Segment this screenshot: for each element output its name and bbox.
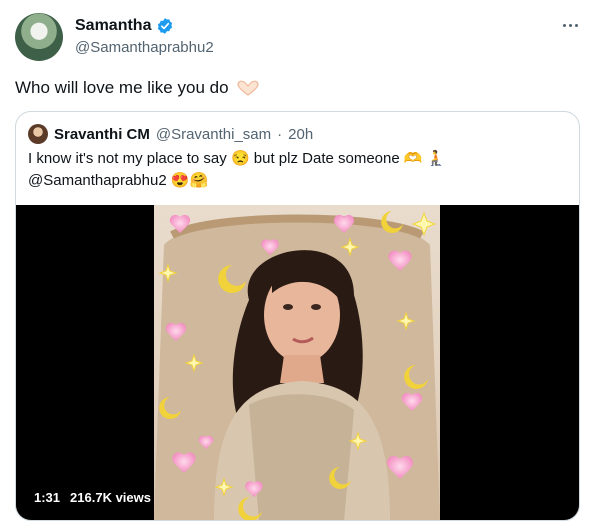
quoted-author-name[interactable]: Sravanthi CM	[54, 126, 150, 143]
tweet-text: Who will love me like you do	[15, 78, 259, 98]
video-frame	[154, 205, 440, 520]
separator-dot: ·	[277, 125, 283, 143]
verified-badge-icon	[158, 18, 173, 34]
heart-hands-emoji	[237, 80, 259, 96]
quoted-tweet-time[interactable]: 20h	[288, 126, 313, 143]
author-handle[interactable]: @Samanthaprabhu2	[75, 39, 214, 56]
author-display-name[interactable]: Samantha	[75, 17, 151, 35]
tweet-text-content: Who will love me like you do	[15, 78, 229, 97]
author-avatar[interactable]	[15, 13, 63, 61]
quoted-author-avatar[interactable]	[28, 124, 48, 144]
quoted-tweet[interactable]: Sravanthi CM @Sravanthi_sam · 20h I know…	[15, 111, 580, 521]
more-options-icon[interactable]	[560, 15, 580, 35]
video-thumbnail	[154, 211, 440, 520]
quoted-tweet-text: I know it's not my place to say 😒 but pl…	[28, 148, 445, 192]
video-duration: 1:31	[34, 490, 61, 505]
author-name-row: Samantha	[75, 17, 174, 35]
video-player[interactable]: 1:31 216.7K views	[16, 205, 579, 520]
video-stats: 1:31 216.7K views	[34, 490, 151, 505]
quoted-tweet-header: Sravanthi CM @Sravanthi_sam · 20h	[28, 124, 313, 144]
quoted-text-line-2[interactable]: @Samanthaprabhu2 😍🤗	[28, 170, 445, 192]
quoted-text-line-1: I know it's not my place to say 😒 but pl…	[28, 150, 446, 167]
quoted-author-handle[interactable]: @Sravanthi_sam	[156, 126, 271, 143]
video-views: 216.7K views	[70, 490, 151, 505]
